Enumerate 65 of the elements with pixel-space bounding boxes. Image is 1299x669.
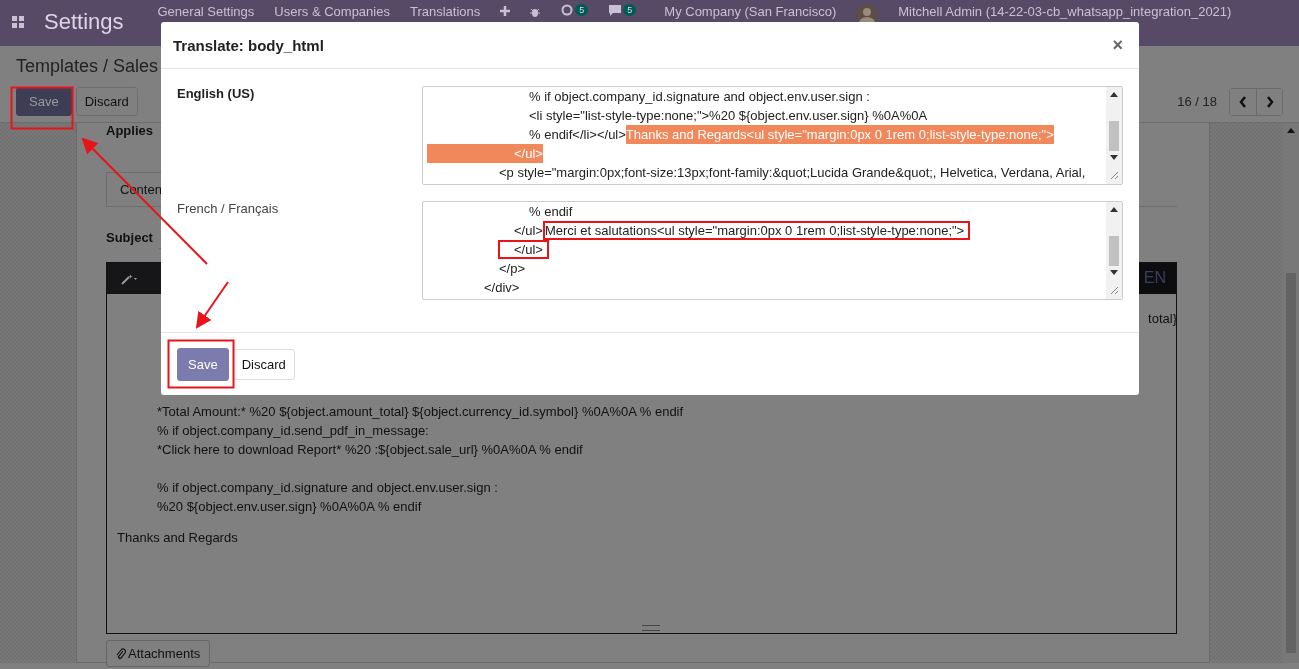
magic-wand-icon: [121, 272, 139, 285]
company-switcher[interactable]: My Company (San Francisco): [664, 4, 837, 19]
scrollbar-thumb[interactable]: [1109, 236, 1119, 266]
editor-text: *Total Amount:* %20 ${object.amount_total} ${object.currency_id.symbol} %0A%0A % endif: [157, 404, 684, 419]
highlight-box: [167, 339, 235, 389]
editor-text: total}: [1148, 310, 1177, 328]
highlight-box: [10, 86, 74, 130]
notification-badge: 5: [623, 4, 637, 16]
bug-icon[interactable]: [530, 6, 541, 18]
language-label: English (US): [177, 86, 256, 103]
plus-icon[interactable]: [500, 6, 511, 16]
scroll-up-icon[interactable]: [1110, 206, 1118, 212]
translation-textarea[interactable]: [422, 86, 1123, 185]
code-text: Merci et salutations<ul style="margin:0px 0 1rem 0;list-style-type:none;">: [542, 221, 971, 240]
code-text: </ul>: [514, 222, 543, 240]
attachments-button[interactable]: Attachments: [106, 640, 211, 667]
editor-text: *Click here to download Report* %20 :${object.sale_url} %0A%0A % endif: [157, 442, 583, 457]
scroll-down-icon[interactable]: [1110, 270, 1118, 276]
paperclip-icon: [116, 647, 126, 660]
notification-badge: 5: [575, 4, 589, 16]
selected-text: </ul>: [427, 144, 543, 163]
arrow: [195, 281, 229, 329]
scrollbar-thumb[interactable]: [1109, 121, 1119, 151]
menu-item[interactable]: General Settings: [157, 4, 255, 19]
close-button[interactable]: ×: [1108, 34, 1127, 56]
chat-icon[interactable]: [608, 4, 623, 16]
dialog-title: Translate: body_html: [173, 36, 324, 54]
code-text: </div>: [484, 279, 520, 297]
chevron-left-icon: [1239, 95, 1247, 108]
resize-grip-icon[interactable]: [1110, 171, 1118, 179]
resize-handle[interactable]: [641, 625, 660, 631]
editor-text: %20 ${object.env.user.sign} %0A%0A % endif: [157, 499, 422, 514]
scrollbar[interactable]: [1106, 87, 1122, 184]
refresh-icon[interactable]: [560, 4, 575, 16]
code-text: % if object.company_id.signature and object.env.user.sign :: [529, 88, 870, 106]
apps-menu-icon[interactable]: [12, 16, 24, 28]
chevron-right-icon: [1265, 95, 1274, 108]
field-label: Applies: [106, 123, 153, 138]
discard-button[interactable]: Discard: [75, 87, 138, 116]
pager-counter: 16 / 18: [1177, 94, 1217, 109]
app-title: Settings: [44, 9, 124, 35]
menu-item[interactable]: Users & Companies: [274, 4, 390, 19]
next-button[interactable]: [1256, 88, 1282, 115]
resize-grip-icon[interactable]: [1110, 286, 1118, 294]
scroll-down-icon[interactable]: [1110, 155, 1118, 161]
code-text: </ul>: [498, 240, 549, 259]
discard-button[interactable]: Discard: [232, 348, 295, 380]
editor-text: % if object.company_id.send_pdf_in_message:: [157, 423, 429, 438]
save-button[interactable]: Save: [177, 347, 229, 381]
scrollbar[interactable]: [1283, 123, 1299, 663]
scroll-up-icon[interactable]: [1110, 91, 1118, 97]
language-label: French / Français: [177, 201, 280, 218]
save-button[interactable]: Save: [16, 87, 72, 116]
code-text: % endif</li></ul>: [529, 126, 626, 144]
scrollbar[interactable]: [1106, 202, 1122, 299]
code-text: <li style="list-style-type:none;">%20 ${object.env.user.sign} %0A%0A: [529, 107, 928, 125]
code-text: <p style="margin:0px;font-size:13px;font-family:&quot;Lucida Grande&quot;, Helvetica, Verdana, Arial,: [499, 164, 1086, 182]
editor-text: Thanks and Regards: [117, 530, 238, 545]
menu-item[interactable]: Translations: [409, 4, 481, 19]
editor-text: % if object.company_id.signature and object.env.user.sign :: [157, 480, 498, 495]
code-text: </p>: [499, 260, 526, 278]
user-menu[interactable]: Mitchell Admin (14-22-03-cb_whatsapp_integration_2021): [898, 4, 1232, 19]
translation-textarea[interactable]: % endif </ul>Merci et salutations<ul style="margin:0px 0 1rem 0;list-style-type:none;"> </ul> </p> </div>: [422, 201, 1123, 300]
field-label: Subject: [106, 229, 153, 245]
code-text: % endif: [529, 203, 573, 221]
